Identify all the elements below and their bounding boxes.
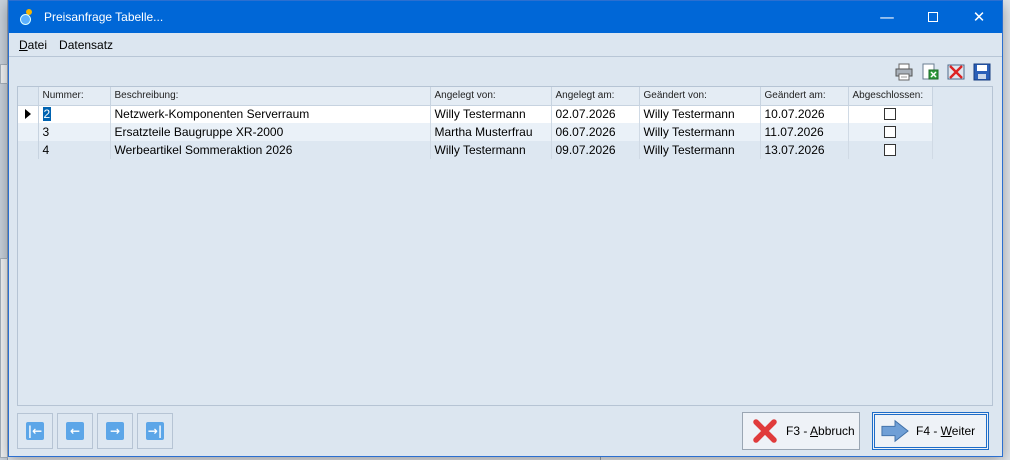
record-navigation: |← ← → →|	[17, 413, 173, 449]
cell-angelegt-von[interactable]: Martha Musterfrau	[430, 123, 552, 141]
next-record-icon: →	[106, 422, 124, 440]
data-grid[interactable]: Nummer: Beschreibung: Angelegt von: Ange…	[17, 86, 993, 406]
preisanfrage-table: Nummer: Beschreibung: Angelegt von: Ange…	[18, 87, 933, 159]
export-button[interactable]	[920, 62, 940, 82]
background-field	[0, 258, 8, 458]
row-pointer-icon	[25, 109, 31, 120]
menu-datei[interactable]: Datei	[17, 38, 49, 52]
column-header-angelegt-von[interactable]: Angelegt von:	[430, 87, 552, 106]
cell-angelegt-am[interactable]: 06.07.2026	[551, 123, 640, 141]
maximize-icon	[928, 12, 938, 22]
cell-nummer[interactable]: 2	[38, 105, 111, 123]
cell-abgeschlossen	[848, 123, 933, 141]
preisanfrage-window: Preisanfrage Tabelle... — ✕ Datei Datens…	[8, 0, 1003, 457]
app-icon	[18, 9, 34, 25]
delete-button[interactable]	[946, 62, 966, 82]
printer-icon	[895, 63, 913, 81]
minimize-icon: —	[879, 8, 895, 26]
save-icon	[973, 63, 991, 81]
save-button[interactable]	[972, 62, 992, 82]
cell-angelegt-von[interactable]: Willy Testermann	[430, 141, 552, 159]
close-button[interactable]: ✕	[956, 1, 1002, 33]
print-button[interactable]	[894, 62, 914, 82]
last-record-icon: →|	[146, 422, 164, 440]
column-header-geaendert-am[interactable]: Geändert am:	[760, 87, 849, 106]
abgeschlossen-checkbox[interactable]	[884, 108, 896, 121]
export-icon	[922, 63, 939, 80]
row-indicator	[18, 123, 39, 141]
previous-record-icon: ←	[66, 422, 84, 440]
cell-nummer[interactable]: 4	[38, 141, 111, 159]
window-title: Preisanfrage Tabelle...	[44, 10, 164, 24]
table-row[interactable]: 4 Werbeartikel Sommeraktion 2026 Willy T…	[18, 141, 933, 159]
cancel-x-icon	[751, 417, 779, 445]
cell-beschreibung[interactable]: Netzwerk-Komponenten Serverraum	[110, 105, 431, 123]
abgeschlossen-checkbox[interactable]	[884, 144, 896, 156]
current-row-indicator	[18, 105, 39, 123]
table-row[interactable]: 2 Netzwerk-Komponenten Serverraum Willy …	[18, 105, 933, 123]
column-header-nummer[interactable]: Nummer:	[38, 87, 111, 106]
row-indicator	[18, 141, 39, 159]
last-record-button[interactable]: →|	[137, 413, 173, 449]
column-header-geaendert-von[interactable]: Geändert von:	[639, 87, 761, 106]
close-icon: ✕	[972, 8, 986, 26]
cell-abgeschlossen	[848, 141, 933, 159]
cell-nummer[interactable]: 3	[38, 123, 111, 141]
cell-geaendert-am[interactable]: 10.07.2026	[760, 105, 849, 123]
minimize-button[interactable]: —	[864, 1, 910, 33]
cell-angelegt-von[interactable]: Willy Testermann	[430, 105, 552, 123]
column-header-abgeschlossen[interactable]: Abgeschlossen:	[848, 87, 933, 106]
cell-abgeschlossen	[848, 105, 933, 123]
cell-geaendert-am[interactable]: 11.07.2026	[760, 123, 849, 141]
cell-geaendert-von[interactable]: Willy Testermann	[639, 123, 761, 141]
maximize-button[interactable]	[910, 1, 956, 33]
menu-bar: Datei Datensatz	[9, 33, 1002, 57]
abbruch-label: F3 - Abbruch	[786, 424, 855, 438]
cell-geaendert-von[interactable]: Willy Testermann	[639, 105, 761, 123]
abbruch-button[interactable]: F3 - Abbruch	[742, 412, 860, 450]
cell-angelegt-am[interactable]: 02.07.2026	[551, 105, 640, 123]
delete-icon	[947, 64, 965, 80]
cell-geaendert-am[interactable]: 13.07.2026	[760, 141, 849, 159]
menu-datensatz[interactable]: Datensatz	[57, 38, 115, 52]
next-record-button[interactable]: →	[97, 413, 133, 449]
weiter-button[interactable]: F4 - Weiter	[872, 412, 989, 450]
cell-geaendert-von[interactable]: Willy Testermann	[639, 141, 761, 159]
table-row[interactable]: 3 Ersatzteile Baugruppe XR-2000 Martha M…	[18, 123, 933, 141]
title-bar[interactable]: Preisanfrage Tabelle... — ✕	[9, 1, 1002, 33]
first-record-icon: |←	[26, 422, 44, 440]
row-indicator-header	[18, 87, 39, 106]
previous-record-button[interactable]: ←	[57, 413, 93, 449]
cell-angelegt-am[interactable]: 09.07.2026	[551, 141, 640, 159]
cell-beschreibung[interactable]: Ersatzteile Baugruppe XR-2000	[110, 123, 431, 141]
background-right-panel	[1002, 0, 1010, 460]
column-header-angelegt-am[interactable]: Angelegt am:	[551, 87, 640, 106]
background-field	[0, 64, 8, 84]
column-header-beschreibung[interactable]: Beschreibung:	[110, 87, 431, 106]
cell-beschreibung[interactable]: Werbeartikel Sommeraktion 2026	[110, 141, 431, 159]
abgeschlossen-checkbox[interactable]	[884, 126, 896, 138]
toolbar	[894, 62, 992, 82]
first-record-button[interactable]: |←	[17, 413, 53, 449]
table-header-row: Nummer: Beschreibung: Angelegt von: Ange…	[18, 87, 933, 106]
